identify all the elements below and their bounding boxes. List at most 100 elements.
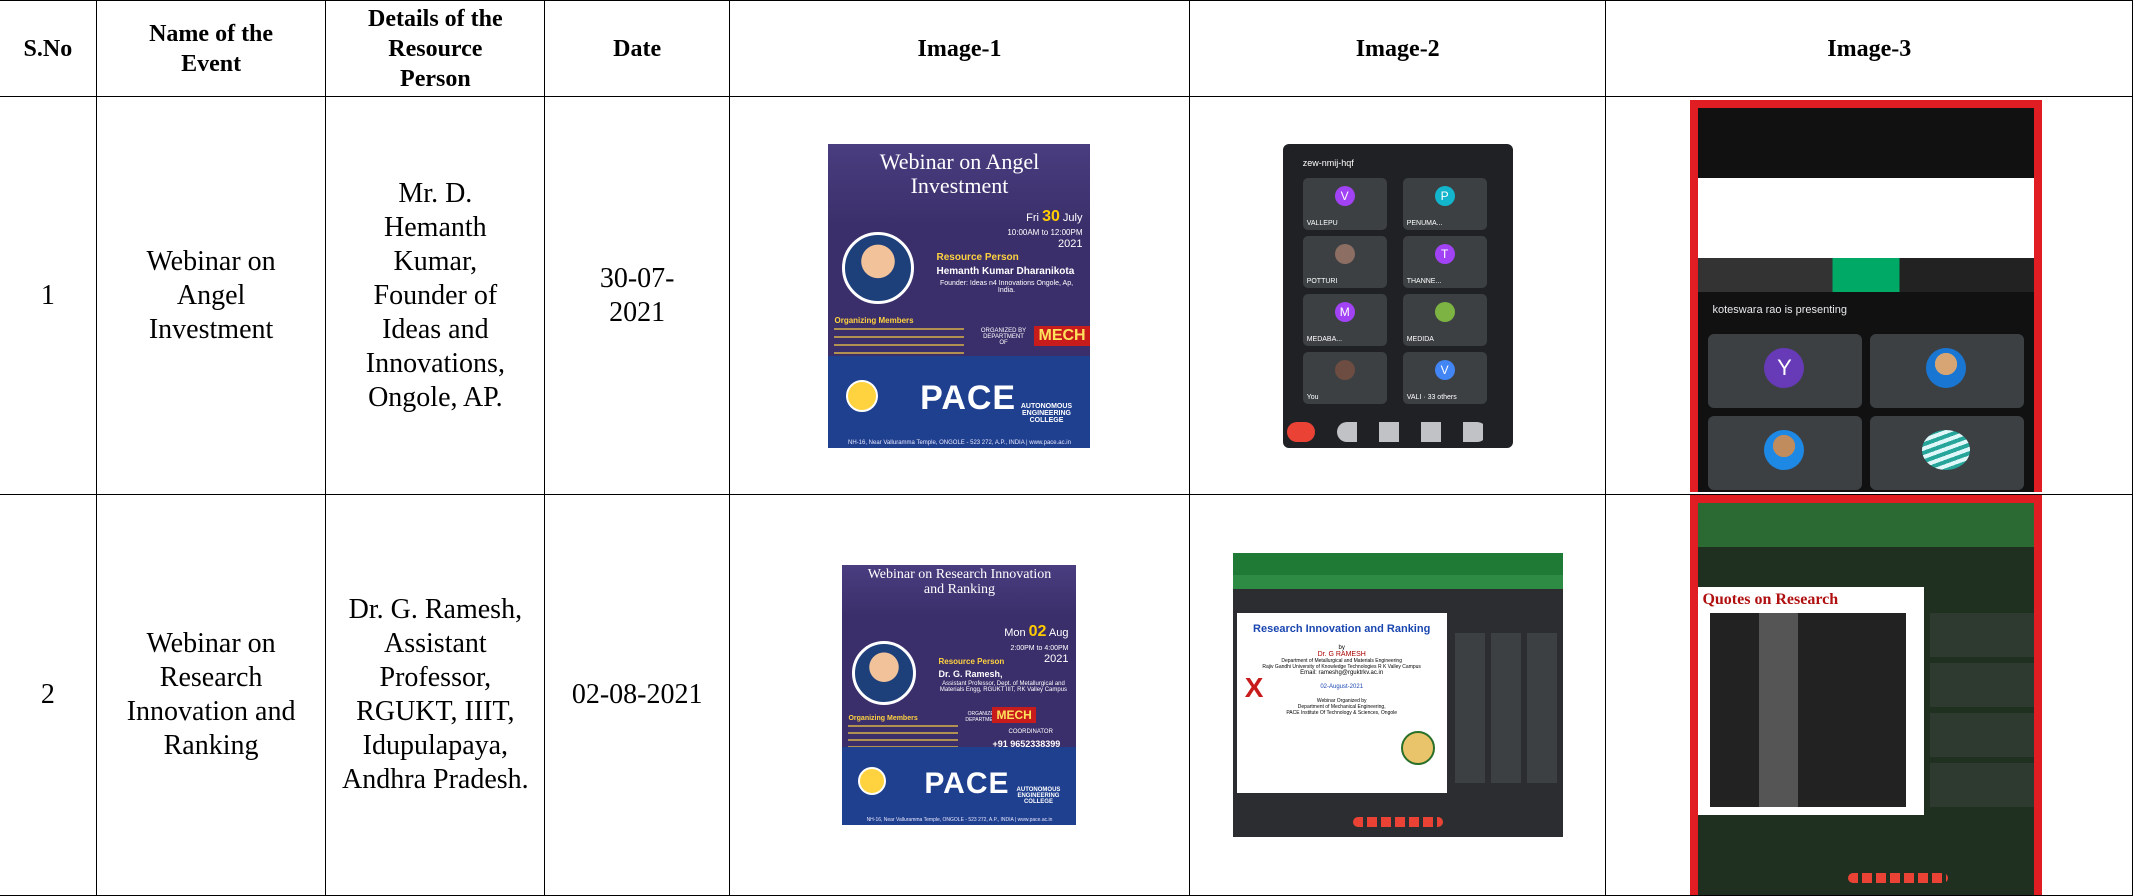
cell-resource: Dr. G. Ramesh, Assistant Professor, RGUK… — [325, 494, 546, 896]
screen-capture-red-frame: Quotes on Research — [1690, 495, 2043, 895]
cell-image2: zew-nmij-hqf V VALLEPU P PENUMA... POTTURI… — [1188, 96, 1607, 495]
participant-avatar-photo — [1926, 347, 1967, 388]
participant-tile: M MEDABA... — [1302, 293, 1387, 346]
participant-grid — [1930, 613, 2035, 813]
participant-avatar-photo — [1764, 429, 1805, 470]
poster-date: Mon 02 Aug 2:00PM to 4:00PM 2021 — [1004, 623, 1068, 665]
header-event: Name of the Event — [95, 0, 327, 97]
poster-date: Fri 30 July 10:00AM to 12:00PM 2021 — [1007, 208, 1082, 250]
meeting-controls — [1336, 421, 1487, 442]
poster-title: Webinar on Research Innovation and Ranki… — [867, 567, 1052, 597]
poster-dept: MECH — [1034, 325, 1090, 346]
participant-initial: M — [1334, 301, 1355, 322]
participant-tile: P PENUMA... — [1402, 177, 1487, 230]
participant-initial: T — [1434, 243, 1455, 264]
cell-date: 30-07-2021 — [544, 96, 731, 495]
header-image1: Image-1 — [729, 0, 1190, 97]
participant-tile: MEDIDA — [1402, 293, 1487, 346]
poster-org-heading: Organizing Members — [848, 715, 918, 722]
header-image3: Image-3 — [1605, 0, 2133, 97]
meeting-controls — [1352, 817, 1443, 827]
participant-tile: Y — [1708, 333, 1863, 408]
poster-coordinator: COORDINATOR — [1008, 729, 1053, 735]
participant-name: VALLEPU — [1306, 219, 1338, 227]
participant-avatar-photo — [1334, 243, 1355, 264]
cell-sno: 1 — [0, 96, 97, 495]
cell-image3: Quotes on Research — [1605, 494, 2133, 896]
poster-day: Mon — [1004, 627, 1026, 639]
webinar-poster-image: Webinar on Angel Investment Fri 30 July … — [828, 143, 1091, 448]
poster-rp-name: Dr. G. Ramesh, — [938, 669, 1003, 679]
cell-image3: koteswara rao is presenting Y — [1605, 96, 2133, 495]
participant-tile: V VALLEPU — [1302, 177, 1387, 230]
participant-avatar-photo — [1434, 301, 1455, 322]
college-seal — [1400, 731, 1435, 765]
participant-initial: Y — [1764, 347, 1805, 388]
browser-tabbar — [1698, 503, 2035, 547]
cell-sno: 2 — [0, 494, 97, 896]
participant-initial: P — [1434, 185, 1455, 206]
table-row: 2 Webinar on Research Innovation and Ran… — [0, 494, 2133, 896]
poster-organized-by: ORGANIZED BY DEPARTMENT OF — [980, 327, 1027, 346]
slide-heading: Quotes on Research — [1702, 591, 1839, 608]
poster-year: 2021 — [1058, 237, 1083, 250]
table-row: 1 Webinar on Angel Investment Mr. D. Hem… — [0, 96, 2133, 495]
screen-capture-red-frame: koteswara rao is presenting Y — [1690, 99, 2043, 492]
header-image2: Image-2 — [1188, 0, 1607, 97]
poster-month: July — [1062, 211, 1083, 224]
cell-image1: Webinar on Angel Investment Fri 30 July … — [729, 96, 1190, 495]
header-row: S.No Name of the Event Details of the Re… — [0, 0, 2133, 97]
poster-daynum: 02 — [1028, 623, 1047, 640]
participant-grid — [1454, 633, 1559, 783]
participant-name: MEDIDA — [1406, 335, 1434, 343]
participant-tile — [1708, 415, 1863, 490]
poster-footer: NH-16, Near Valluramma Temple, ONGOLE - … — [847, 439, 1071, 446]
presenting-banner: koteswara rao is presenting — [1712, 303, 1847, 316]
slide-portrait-image — [1710, 613, 1907, 807]
poster-dept: MECH — [992, 707, 1036, 723]
poster-autonomous: AUTONOMOUS ENGINEERING COLLEGE — [1020, 402, 1073, 424]
poster-year: 2021 — [1044, 653, 1069, 665]
poster-daynum: 30 — [1042, 207, 1060, 225]
poster-autonomous: AUTONOMOUS ENGINEERING COLLEGE — [1016, 787, 1061, 805]
poster-rp-heading: Resource Person — [936, 251, 1019, 263]
participant-name: You — [1306, 393, 1319, 401]
participant-tile — [1870, 415, 2025, 490]
events-table: S.No Name of the Event Details of the Re… — [0, 0, 2133, 896]
meeting-code: zew-nmij-hqf — [1302, 157, 1354, 168]
poster-footer: NH-16, Near Valluramma Temple, ONGOLE - … — [866, 817, 1053, 823]
cell-resource: Mr. D. Hemanth Kumar, Founder of Ideas a… — [325, 96, 546, 495]
participant-tile: POTTURI — [1302, 235, 1387, 288]
slide-speaker: Dr. G RAMESH — [1317, 651, 1366, 658]
participant-name: MEDABA... — [1306, 335, 1343, 343]
resource-person-photo — [842, 231, 915, 304]
poster-time: 2:00PM to 4:00PM — [1010, 645, 1069, 652]
college-logo — [846, 379, 879, 412]
participant-name: PENUMA... — [1406, 219, 1443, 227]
participant-tile — [1870, 333, 2025, 408]
meeting-controls — [1848, 873, 1949, 883]
shared-slide: Quotes on Research — [1698, 587, 1925, 815]
cell-event: Webinar on Angel Investment — [95, 96, 327, 495]
cell-image2: Research Innovation and Ranking by Dr. G… — [1188, 494, 1607, 896]
poster-org-heading: Organizing Members — [834, 315, 914, 325]
slide-image-strip — [1698, 257, 2035, 292]
poster-rp-detail: Assistant Professor, Dept. of Metallurgi… — [939, 681, 1068, 693]
poster-brand: PACE — [924, 767, 1010, 800]
browser-tabbar — [1232, 553, 1563, 575]
header-sno: S.No — [0, 0, 97, 97]
meeting-screenshot-desktop: Research Innovation and Ranking by Dr. G… — [1232, 553, 1563, 837]
cell-event: Webinar on Research Innovation and Ranki… — [95, 494, 327, 896]
participant-name: THANNE... — [1406, 277, 1442, 285]
university-logo: X — [1244, 672, 1264, 703]
webinar-poster-image: Webinar on Research Innovation and Ranki… — [842, 565, 1077, 825]
meeting-screenshot-mobile: zew-nmij-hqf V VALLEPU P PENUMA... POTTURI… — [1282, 143, 1513, 448]
slide-title: Research Innovation and Ranking — [1253, 623, 1431, 635]
participant-logo — [1922, 429, 1971, 470]
shared-slide — [1698, 177, 2035, 258]
slide-date: 02-August-2021 — [1320, 684, 1364, 690]
end-call-icon — [1286, 421, 1315, 442]
resource-person-photo — [852, 641, 917, 705]
participant-initial: V — [1334, 185, 1355, 206]
cell-image1: Webinar on Research Innovation and Ranki… — [729, 494, 1190, 896]
